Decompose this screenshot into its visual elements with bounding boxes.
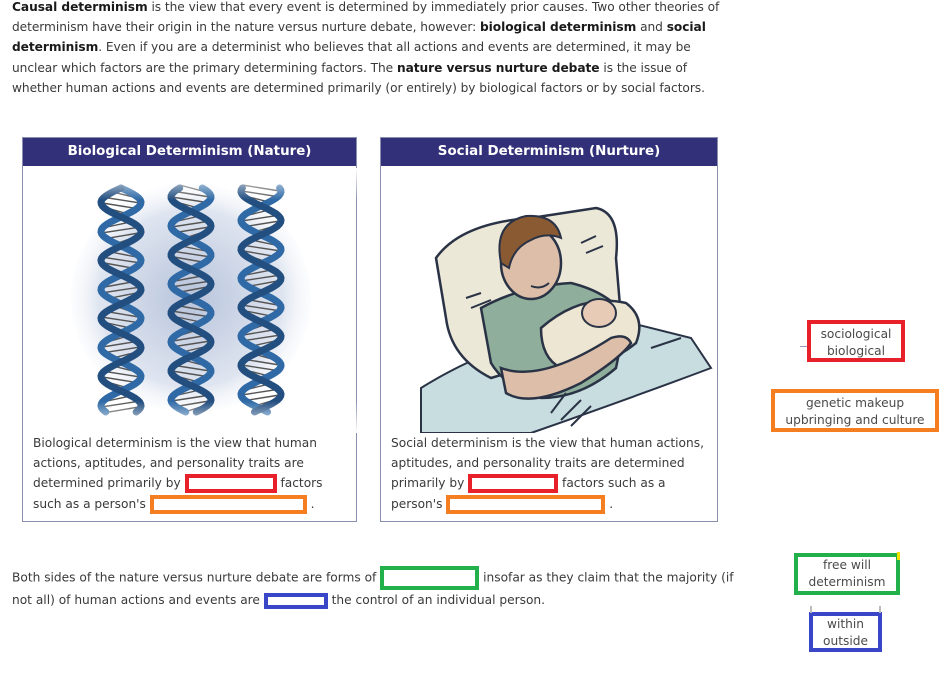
answer-chip-theory[interactable]: free will determinism xyxy=(794,553,900,595)
answer-chip-factor-type[interactable]: sociological biological xyxy=(807,320,905,362)
choice-biological[interactable]: biological xyxy=(811,343,901,360)
choice-genetic-makeup[interactable]: genetic makeup xyxy=(775,395,935,412)
choice-within[interactable]: within xyxy=(813,616,878,633)
statement-text: the control of an individual person. xyxy=(327,593,546,607)
conclusion-statement: Both sides of the nature versus nurture … xyxy=(12,566,742,610)
panel-title: Biological Determinism (Nature) xyxy=(23,138,356,166)
choice-free-will[interactable]: free will xyxy=(798,557,896,574)
mother-newborn-illustration xyxy=(381,168,717,434)
drop-zone-theory[interactable] xyxy=(380,566,480,590)
social-statement: Social determinism is the view that huma… xyxy=(391,433,709,514)
term-causal-determinism: Causal determinism xyxy=(12,0,148,14)
drag-handle-marker xyxy=(879,606,881,613)
biological-determinism-panel: Biological Determinism (Nature) Biologic… xyxy=(22,137,358,522)
statement-text: . xyxy=(306,496,315,511)
answer-chip-factor-example[interactable]: genetic makeup upbringing and culture xyxy=(771,389,939,432)
drop-zone-factor-type[interactable] xyxy=(184,474,277,494)
term-biological-determinism: biological determinism xyxy=(479,20,637,35)
drop-zone-factor-type[interactable] xyxy=(468,474,559,494)
choice-upbringing-culture[interactable]: upbringing and culture xyxy=(775,412,935,429)
choice-sociological[interactable]: sociological xyxy=(811,326,901,343)
intro-paragraph: Causal determinism is the view that ever… xyxy=(12,0,732,98)
panel-title: Social Determinism (Nurture) xyxy=(381,138,717,166)
biological-statement: Biological determinism is the view that … xyxy=(33,433,348,514)
drag-handle-marker xyxy=(800,346,807,347)
drag-handle-marker xyxy=(897,552,900,560)
statement-text: Both sides of the nature versus nurture … xyxy=(12,570,381,585)
answer-chip-control[interactable]: within outside xyxy=(809,612,882,652)
drag-handle-marker xyxy=(810,606,812,613)
drop-zone-factor-example[interactable] xyxy=(149,494,307,514)
social-determinism-panel: Social Determinism (Nurture) Social dete… xyxy=(380,137,718,522)
dna-illustration xyxy=(23,168,358,433)
statement-text: . xyxy=(605,496,614,511)
choice-outside[interactable]: outside xyxy=(813,633,878,650)
drop-zone-control[interactable] xyxy=(263,592,328,609)
drop-zone-factor-example[interactable] xyxy=(446,494,606,514)
term-nature-nurture: nature versus nurture debate xyxy=(396,60,600,75)
intro-text: and xyxy=(636,20,667,35)
choice-determinism[interactable]: determinism xyxy=(798,574,896,591)
